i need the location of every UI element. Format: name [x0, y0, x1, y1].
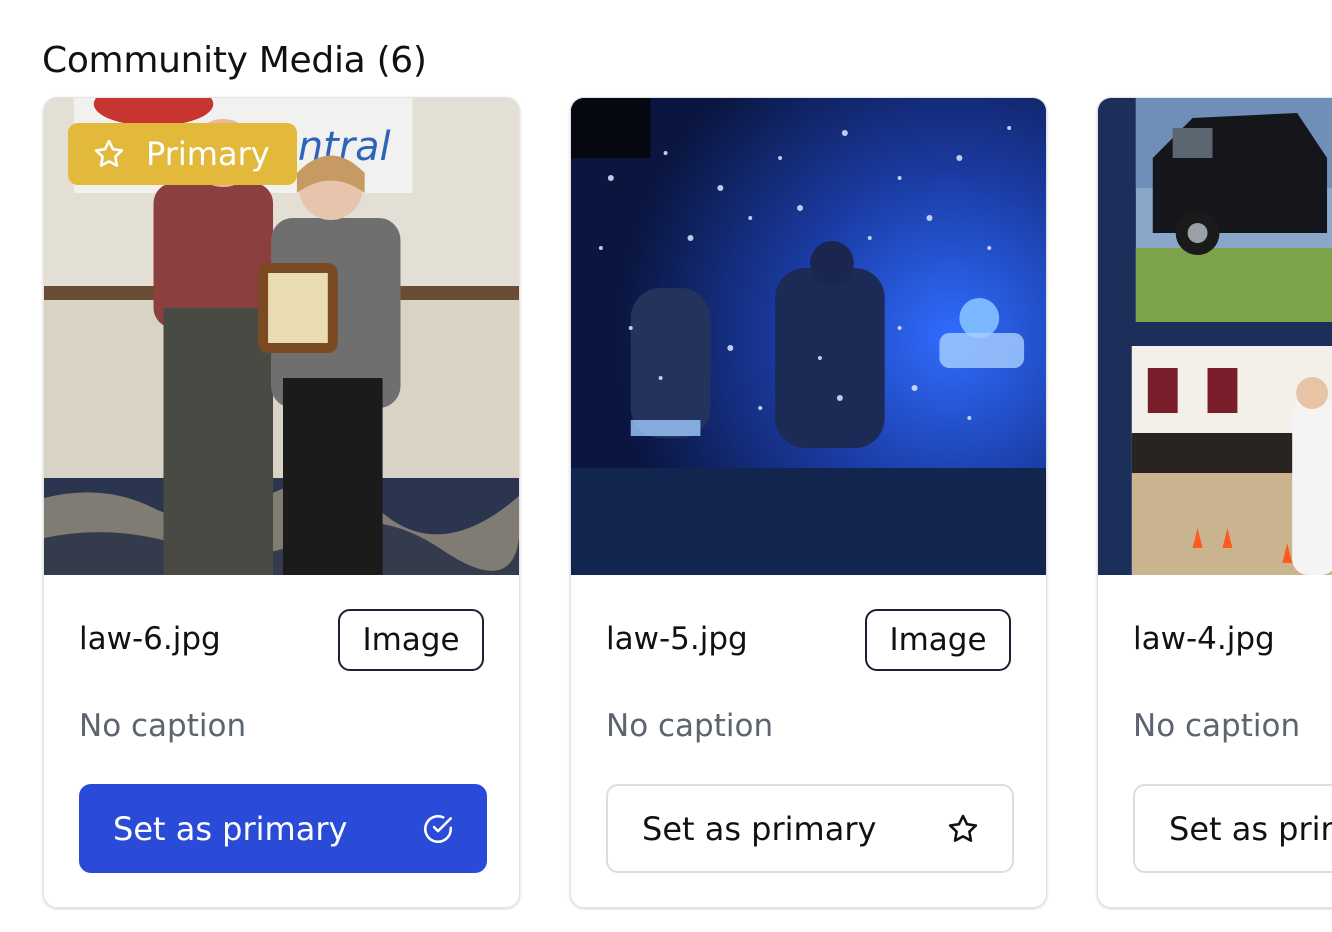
- set-primary-button[interactable]: Set as primary: [606, 784, 1014, 873]
- media-filename: law-6.jpg: [79, 621, 221, 657]
- set-primary-label: Set as primary: [1169, 809, 1332, 848]
- set-primary-button[interactable]: Set as primary: [79, 784, 487, 873]
- media-thumbnail[interactable]: [571, 98, 1046, 575]
- media-caption: No caption: [79, 708, 247, 744]
- media-card[interactable]: ntral Primary law-6.jpg Image No caption…: [43, 97, 520, 908]
- media-type-badge: Image: [338, 609, 484, 671]
- set-primary-button[interactable]: Set as primary: [1133, 784, 1332, 873]
- media-filename: law-4.jpg: [1133, 621, 1275, 657]
- set-primary-label: Set as primary: [642, 809, 877, 848]
- media-card[interactable]: law-4.jpg Image No caption Set as primar…: [1097, 97, 1332, 908]
- media-card[interactable]: law-5.jpg Image No caption Set as primar…: [570, 97, 1047, 908]
- media-type-badge: Image: [865, 609, 1011, 671]
- check-circle-icon: [423, 814, 453, 843]
- media-filename: law-5.jpg: [606, 621, 748, 657]
- star-icon: [94, 139, 124, 167]
- media-thumbnail[interactable]: [1098, 98, 1332, 575]
- primary-badge-label: Primary: [146, 135, 270, 173]
- media-grid: ntral Primary law-6.jpg Image No caption…: [0, 0, 1332, 932]
- media-thumbnail[interactable]: ntral Primary: [44, 98, 519, 575]
- star-icon: [948, 814, 978, 842]
- media-caption: No caption: [1133, 708, 1301, 744]
- primary-badge: Primary: [68, 123, 297, 185]
- media-caption: No caption: [606, 708, 774, 744]
- set-primary-label: Set as primary: [113, 809, 348, 848]
